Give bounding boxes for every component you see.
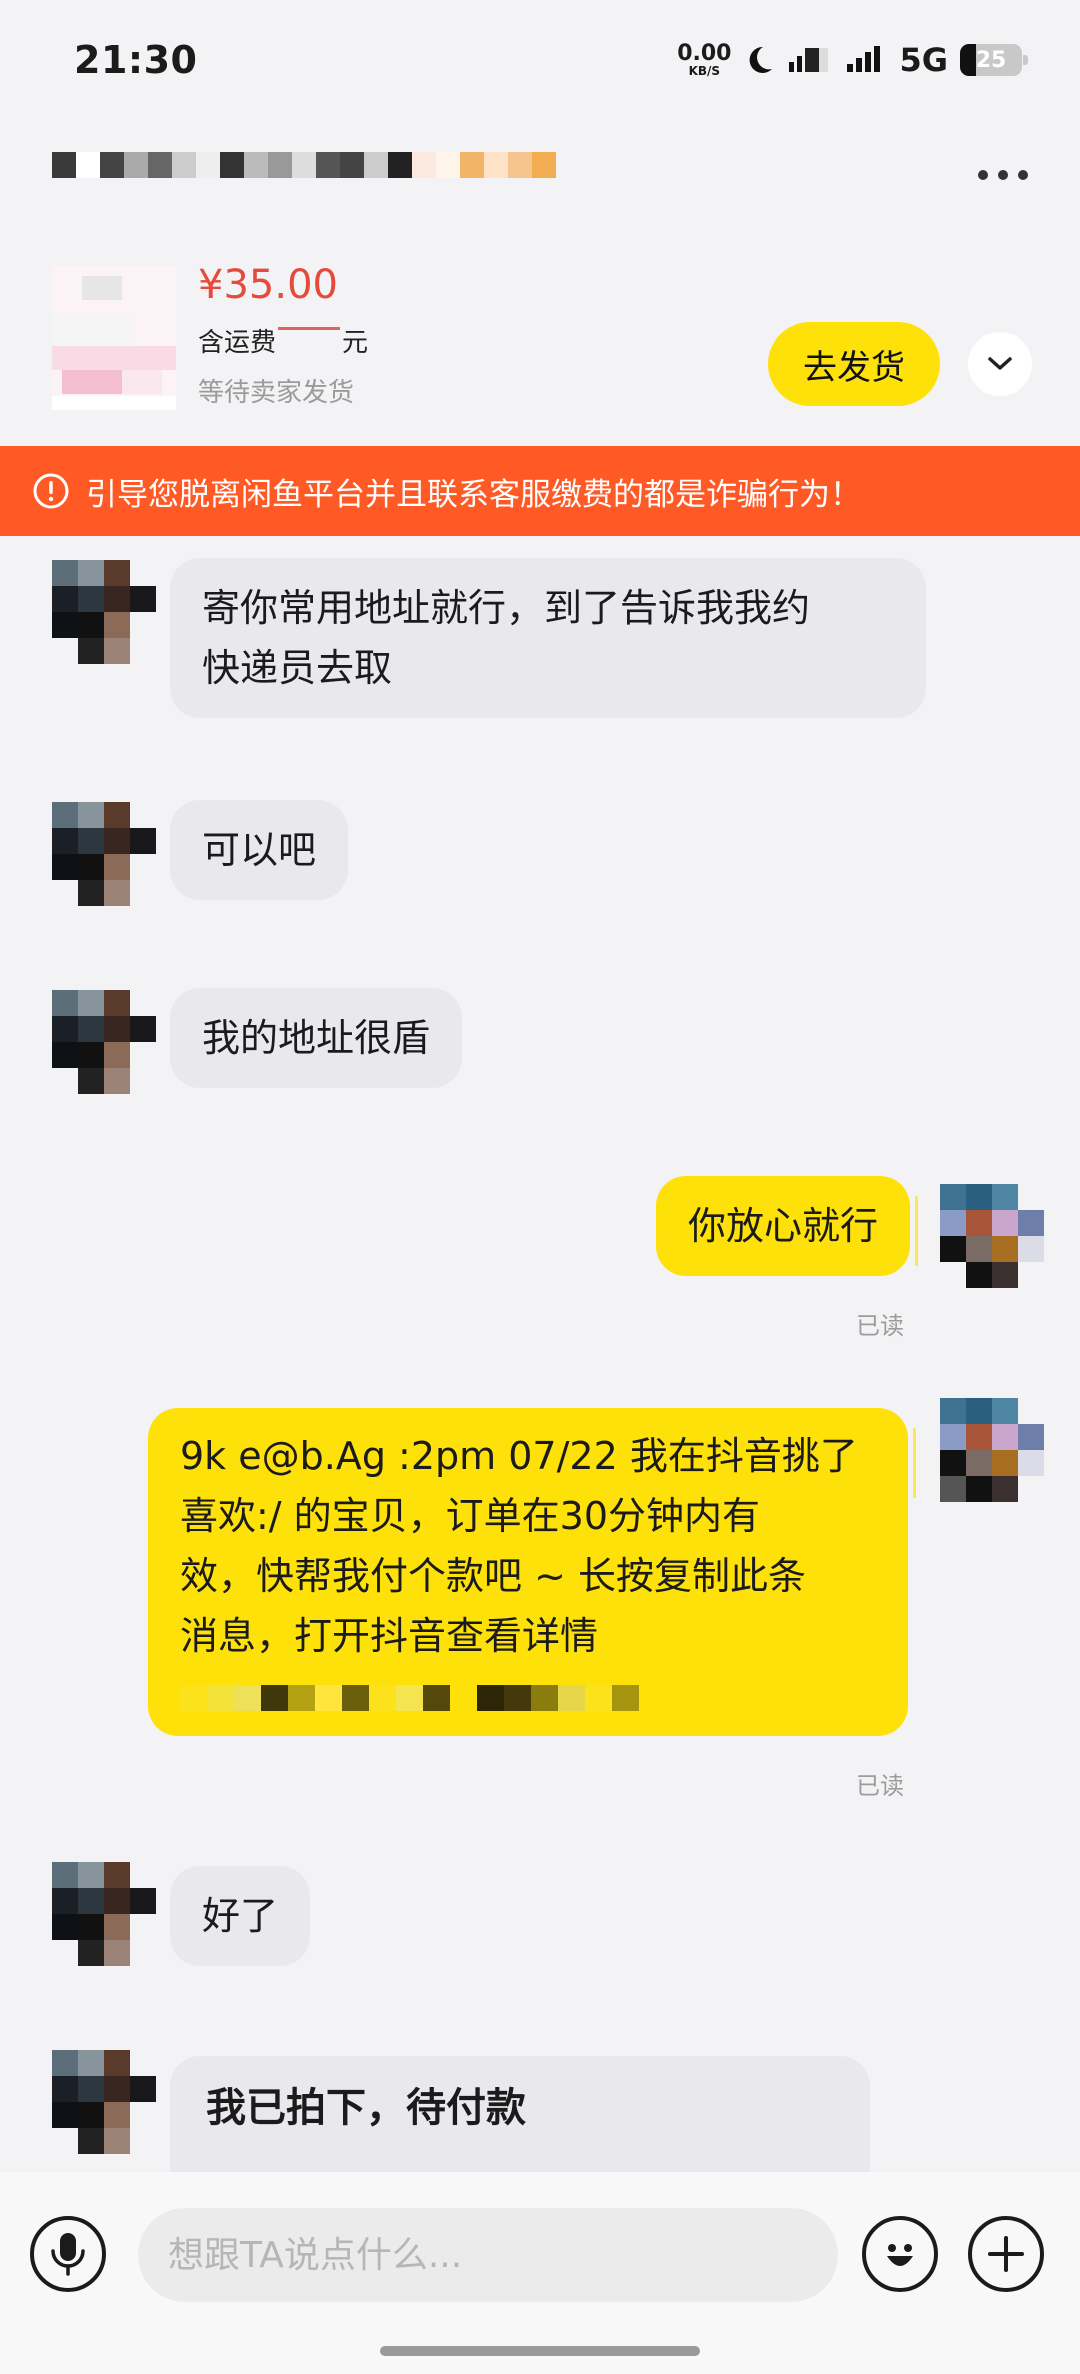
message-line: 9k e@b.Ag :2pm 07/22 我在抖音挑了 <box>180 1434 858 1478</box>
network-speed-unit: KB/S <box>688 64 721 78</box>
order-status: 等待卖家发货 <box>198 378 355 408</box>
message-bubble[interactable]: 我的地址很盾 <box>170 988 463 1088</box>
chat-screen: 21:30 0.00 KB/S 5G 25 ¥35.00 含运费 元 等待卖家发… <box>0 0 1080 2374</box>
shipping-fee: 含运费 元 <box>198 322 368 359</box>
message-line: 消息，打开抖音查看详情 <box>180 1614 599 1658</box>
my-avatar[interactable] <box>940 1184 1044 1288</box>
status-icons: 0.00 KB/S 5G 25 <box>677 36 1028 84</box>
network-speed-value: 0.00 <box>677 41 732 66</box>
product-thumbnail[interactable] <box>52 266 176 410</box>
microphone-icon <box>51 2233 85 2276</box>
more-options-button[interactable] <box>966 150 1040 200</box>
message-bubble[interactable]: 寄你常用地址就行，到了告诉我我约 快递员去取 <box>170 558 926 718</box>
product-card[interactable]: ¥35.00 含运费 元 等待卖家发货 去发货 <box>0 250 1080 440</box>
fraud-warning-banner: 引导您脱离闲鱼平台并且联系客服缴费的都是诈骗行为！ <box>0 446 1080 536</box>
contact-avatar[interactable] <box>52 2050 156 2154</box>
message-bubble[interactable]: 可以吧 <box>170 800 349 900</box>
signal-sim2-icon <box>847 46 881 72</box>
message-line: 喜欢:/ 的宝贝，订单在30分钟内有 <box>180 1494 761 1538</box>
fraud-warning-text: 引导您脱离闲鱼平台并且联系客服缴费的都是诈骗行为！ <box>86 476 861 513</box>
shipping-fee-unit: 元 <box>342 328 369 358</box>
shipping-fee-redacted <box>278 326 341 355</box>
message-line: 快递员去取 <box>202 646 393 690</box>
message-line: 效，快帮我付个款吧 ~ 长按复制此条 <box>180 1554 806 1598</box>
message-bubble[interactable]: 9k e@b.Ag :2pm 07/22 我在抖音挑了 喜欢:/ 的宝贝，订单在… <box>148 1408 916 1736</box>
status-time: 21:30 <box>74 38 198 82</box>
message-bubble[interactable]: 好了 <box>170 1866 311 1966</box>
do-not-disturb-icon <box>750 46 773 73</box>
battery-level: 25 <box>975 47 1007 73</box>
order-card-message[interactable]: 我已拍下，待付款 <box>170 2056 870 2172</box>
read-receipt: 已读 <box>856 1312 904 1340</box>
ship-button[interactable]: 去发货 <box>768 322 940 406</box>
chat-header <box>0 130 1080 220</box>
more-dots-icon <box>978 170 988 180</box>
product-price: ¥35.00 <box>198 262 338 308</box>
battery-icon: 25 <box>960 44 1028 76</box>
exclamation-circle-icon <box>33 473 69 509</box>
voice-button[interactable] <box>30 2216 106 2292</box>
contact-avatar[interactable] <box>52 560 156 664</box>
network-type: 5G <box>899 41 948 79</box>
expand-button[interactable] <box>968 332 1032 396</box>
link-redacted <box>180 1674 876 1722</box>
contact-avatar[interactable] <box>52 802 156 906</box>
status-bar: 21:30 0.00 KB/S 5G 25 <box>0 0 1080 120</box>
network-speed: 0.00 KB/S <box>677 41 732 78</box>
message-line: 你放心就行 <box>687 1204 878 1248</box>
message-line: 好了 <box>202 1894 279 1938</box>
emoji-icon <box>887 2244 913 2266</box>
contact-avatar[interactable] <box>52 1862 156 1966</box>
home-indicator[interactable] <box>380 2346 700 2356</box>
order-card-title: 我已拍下，待付款 <box>206 2085 526 2131</box>
plus-button[interactable] <box>968 2216 1044 2292</box>
shipping-fee-label: 含运费 <box>198 328 277 358</box>
contact-avatar[interactable] <box>52 990 156 1094</box>
message-line: 寄你常用地址就行，到了告诉我我约 <box>202 586 811 630</box>
chevron-down-icon <box>988 357 1012 370</box>
message-input-bar <box>0 2172 1080 2374</box>
read-receipt: 已读 <box>856 1772 904 1800</box>
signal-sim1-icon <box>789 48 829 72</box>
contact-name-redacted <box>52 152 556 178</box>
message-input[interactable] <box>138 2208 838 2302</box>
message-line: 我的地址很盾 <box>202 1016 431 1060</box>
emoji-button[interactable] <box>862 2216 938 2292</box>
my-avatar[interactable] <box>940 1398 1044 1502</box>
message-line: 可以吧 <box>202 828 317 872</box>
plus-icon <box>988 2236 1024 2272</box>
message-list[interactable]: 寄你常用地址就行，到了告诉我我约 快递员去取 可以吧 我的地址很盾 你放心就行 <box>0 536 1080 2172</box>
message-bubble[interactable]: 你放心就行 <box>655 1176 919 1276</box>
